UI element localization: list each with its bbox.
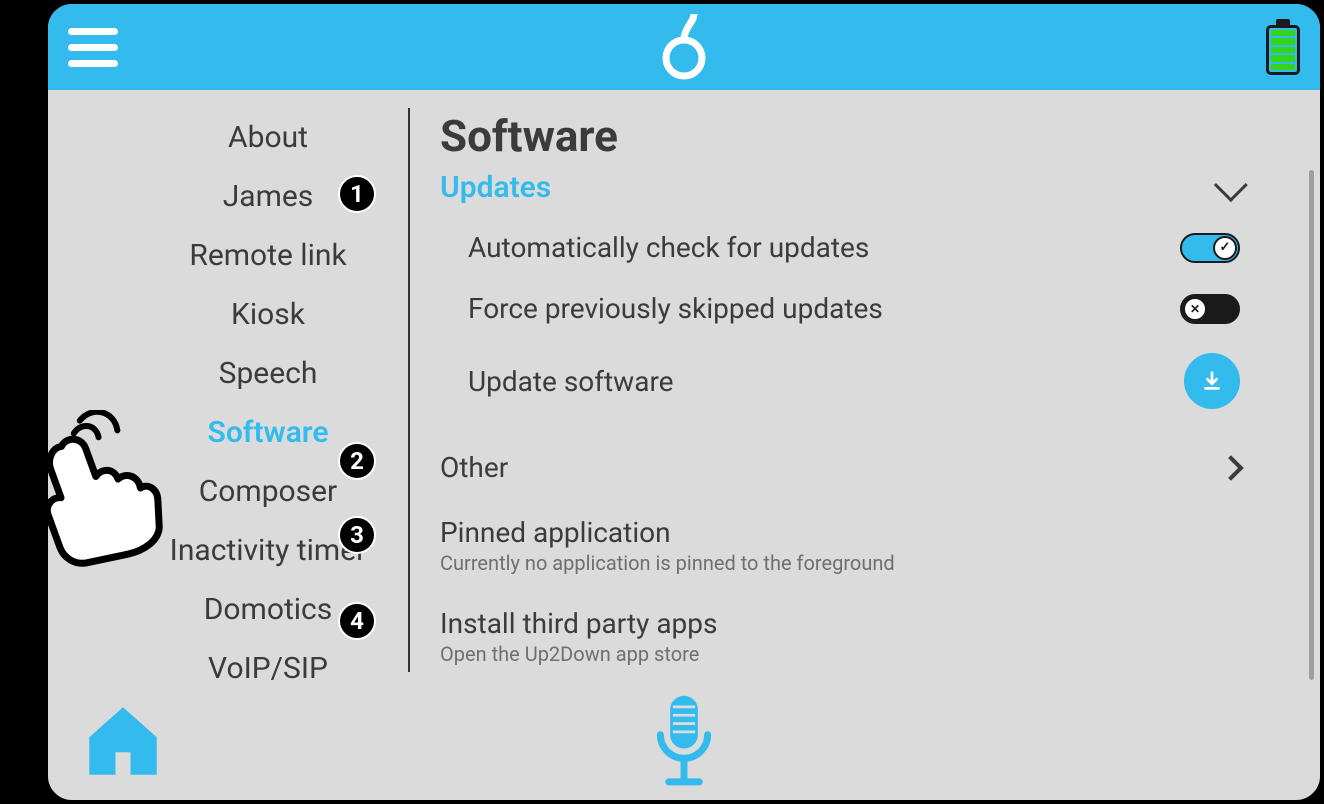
annotation-badge-2: 2 bbox=[338, 442, 376, 480]
menu-icon[interactable] bbox=[68, 22, 118, 72]
updates-section-label: Updates bbox=[440, 170, 551, 205]
microphone-button[interactable] bbox=[649, 693, 719, 797]
updates-section-header[interactable]: Updates bbox=[440, 170, 1290, 205]
sidebar-item-speech[interactable]: Speech bbox=[219, 346, 318, 401]
app-window: About James Remote link Kiosk Speech Sof… bbox=[44, 0, 1324, 804]
other-row[interactable]: Other bbox=[440, 435, 1290, 500]
force-skipped-toggle[interactable] bbox=[1180, 294, 1240, 324]
install-subtitle: Open the Up2Down app store bbox=[440, 642, 717, 666]
sidebar-item-remote-link[interactable]: Remote link bbox=[189, 228, 346, 283]
bottom-bar bbox=[48, 690, 1320, 800]
auto-check-updates-row: Automatically check for updates bbox=[440, 217, 1290, 278]
force-skipped-label: Force previously skipped updates bbox=[468, 292, 883, 325]
settings-main-panel: Software Updates Automatically check for… bbox=[410, 90, 1320, 690]
scrollbar[interactable] bbox=[1309, 170, 1314, 680]
top-bar bbox=[48, 4, 1320, 90]
content-area: About James Remote link Kiosk Speech Sof… bbox=[48, 90, 1320, 690]
sidebar-item-about[interactable]: About bbox=[228, 110, 308, 165]
chevron-right-icon bbox=[1218, 455, 1243, 480]
download-icon bbox=[1201, 370, 1223, 392]
sidebar-item-inactivity-timer[interactable]: Inactivity timer bbox=[170, 523, 367, 578]
app-logo-icon bbox=[662, 14, 706, 84]
update-software-label: Update software bbox=[468, 365, 674, 398]
home-icon bbox=[78, 696, 168, 786]
chevron-down-icon bbox=[1214, 168, 1248, 202]
sidebar-item-voip-sip[interactable]: VoIP/SIP bbox=[208, 641, 328, 696]
sidebar-item-composer[interactable]: Composer bbox=[199, 464, 337, 519]
sidebar-item-james[interactable]: James bbox=[223, 169, 314, 224]
update-software-row: Update software bbox=[440, 339, 1290, 423]
pinned-subtitle: Currently no application is pinned to th… bbox=[440, 551, 895, 575]
annotation-badge-3: 3 bbox=[338, 516, 376, 554]
microphone-icon bbox=[649, 693, 719, 793]
pinned-application-row[interactable]: Pinned application Currently no applicat… bbox=[440, 500, 1290, 591]
home-button[interactable] bbox=[78, 696, 168, 790]
auto-check-toggle[interactable] bbox=[1180, 233, 1240, 263]
force-skipped-row: Force previously skipped updates bbox=[440, 278, 1290, 339]
install-title: Install third party apps bbox=[440, 607, 717, 640]
auto-check-label: Automatically check for updates bbox=[468, 231, 869, 264]
sidebar-item-software[interactable]: Software bbox=[208, 405, 329, 460]
download-button[interactable] bbox=[1184, 353, 1240, 409]
annotation-badge-1: 1 bbox=[338, 175, 376, 213]
annotation-badge-4: 4 bbox=[338, 602, 376, 640]
battery-icon bbox=[1266, 19, 1300, 75]
pinned-title: Pinned application bbox=[440, 516, 895, 549]
install-apps-row[interactable]: Install third party apps Open the Up2Dow… bbox=[440, 591, 1290, 682]
sidebar-item-kiosk[interactable]: Kiosk bbox=[231, 287, 305, 342]
sidebar-item-domotics[interactable]: Domotics bbox=[204, 582, 333, 637]
other-label: Other bbox=[440, 451, 508, 484]
page-title: Software bbox=[440, 110, 1290, 162]
pointer-hand-icon bbox=[8, 410, 168, 574]
